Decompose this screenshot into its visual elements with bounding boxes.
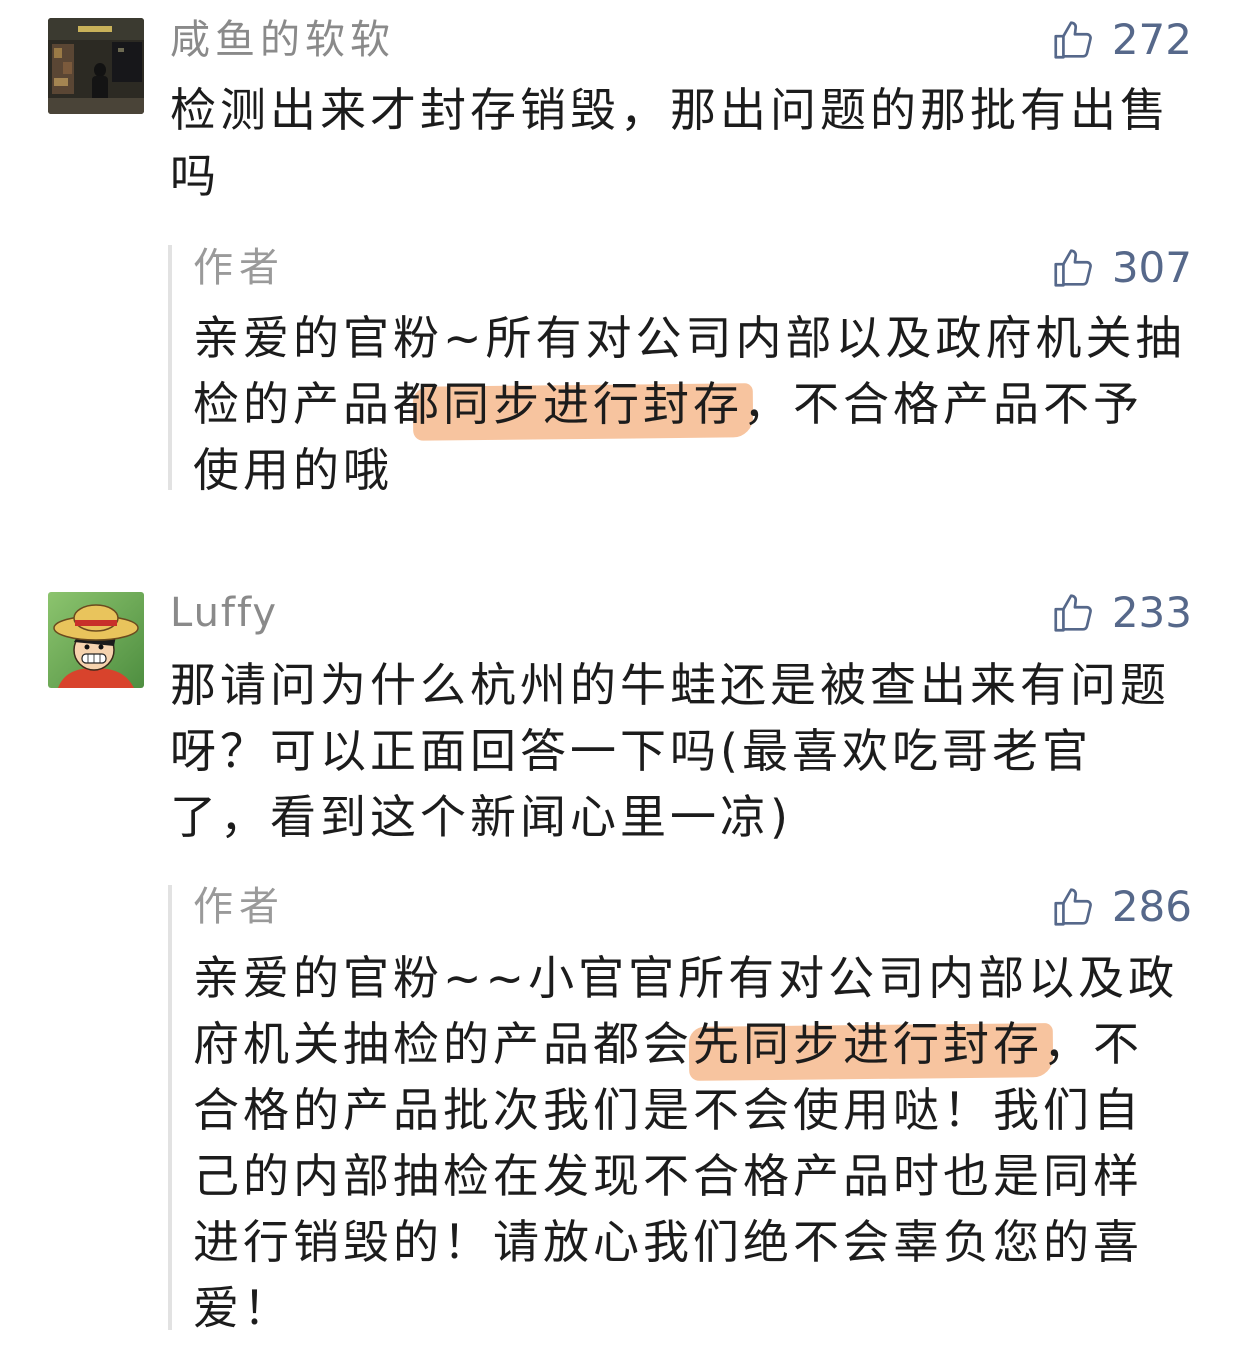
thumbs-up-icon — [1050, 17, 1096, 63]
like-button[interactable]: 286 — [1050, 883, 1192, 931]
reply-text-line: 己的内部抽检在发现不合格产品时也是同样 — [193, 1149, 1143, 1203]
reply-text-line: 爱！ — [193, 1281, 293, 1335]
reply-text-line: 检的产品都 同步进行封存，不合格产品不予 — [193, 371, 1222, 441]
like-count: 307 — [1111, 243, 1192, 292]
like-button[interactable]: 272 — [1050, 16, 1192, 64]
reply-text: 亲爱的官粉~~小官官所有对公司内部以及政 府机关抽检的产品都会 先同步进行封存，不… — [193, 945, 1222, 1341]
reply-text: 亲爱的官粉~所有对公司内部以及政府机关抽 检的产品都 同步进行封存，不合格产品不予… — [193, 305, 1222, 503]
comment-text-line: 呀？可以正面回答一下吗(最喜欢吃哥老官 — [170, 724, 1092, 778]
avatar[interactable] — [48, 18, 144, 114]
reply-divider — [168, 245, 172, 490]
highlighted-text: 同步进行封存 — [412, 377, 754, 441]
text-segment: ，不合格产品不予 — [743, 377, 1143, 431]
comment-text-line: 检测出来才封存销毁，那出问题的那批有出售 — [170, 83, 1170, 137]
like-count: 233 — [1111, 588, 1192, 637]
text-segment: 同步进行封存 — [443, 377, 743, 431]
comment-text-line: 那请问为什么杭州的牛蛙还是被查出来有问题 — [170, 658, 1170, 712]
username[interactable]: Luffy — [170, 591, 278, 635]
like-button[interactable]: 307 — [1050, 244, 1192, 292]
reply-author[interactable]: 作者 — [193, 885, 285, 929]
text-segment: ，不 — [1043, 1017, 1143, 1071]
highlighted-text: 先同步进行封存 — [688, 1017, 1054, 1081]
text-segment: 检的产品都 — [193, 377, 443, 431]
like-count: 286 — [1111, 882, 1192, 931]
comment-text-line: 了，看到这个新闻心里一凉) — [170, 790, 792, 844]
like-count: 272 — [1111, 15, 1192, 64]
thumbs-up-icon — [1050, 884, 1096, 930]
reply-text-line: 合格的产品批次我们是不会使用哒！我们自 — [193, 1083, 1143, 1137]
comment-text: 检测出来才封存销毁，那出问题的那批有出售 吗 — [170, 77, 1222, 209]
thumbs-up-icon — [1050, 590, 1096, 636]
username[interactable]: 咸鱼的软软 — [170, 18, 395, 62]
reply-author[interactable]: 作者 — [193, 246, 285, 290]
thumbs-up-icon — [1050, 245, 1096, 291]
text-segment: 府机关抽检的产品都会 — [193, 1017, 693, 1071]
reply-text-line: 使用的哦 — [193, 443, 393, 497]
street-photo-avatar-icon — [48, 18, 144, 114]
comment-text-line: 吗 — [170, 149, 220, 203]
reply-divider — [168, 885, 172, 1330]
reply-text-line: 亲爱的官粉~~小官官所有对公司内部以及政 — [193, 951, 1179, 1005]
avatar[interactable] — [48, 592, 144, 688]
reply-text-line: 亲爱的官粉~所有对公司内部以及政府机关抽 — [193, 311, 1186, 365]
like-button[interactable]: 233 — [1050, 589, 1192, 637]
comment-text: 那请问为什么杭州的牛蛙还是被查出来有问题 呀？可以正面回答一下吗(最喜欢吃哥老官… — [170, 652, 1222, 850]
reply-text-line: 进行销毁的！请放心我们绝不会辜负您的喜 — [193, 1215, 1143, 1269]
text-segment: 先同步进行封存 — [693, 1017, 1043, 1071]
cartoon-straw-hat-avatar-icon — [48, 592, 144, 688]
reply-text-line: 府机关抽检的产品都会 先同步进行封存，不 — [193, 1011, 1222, 1081]
